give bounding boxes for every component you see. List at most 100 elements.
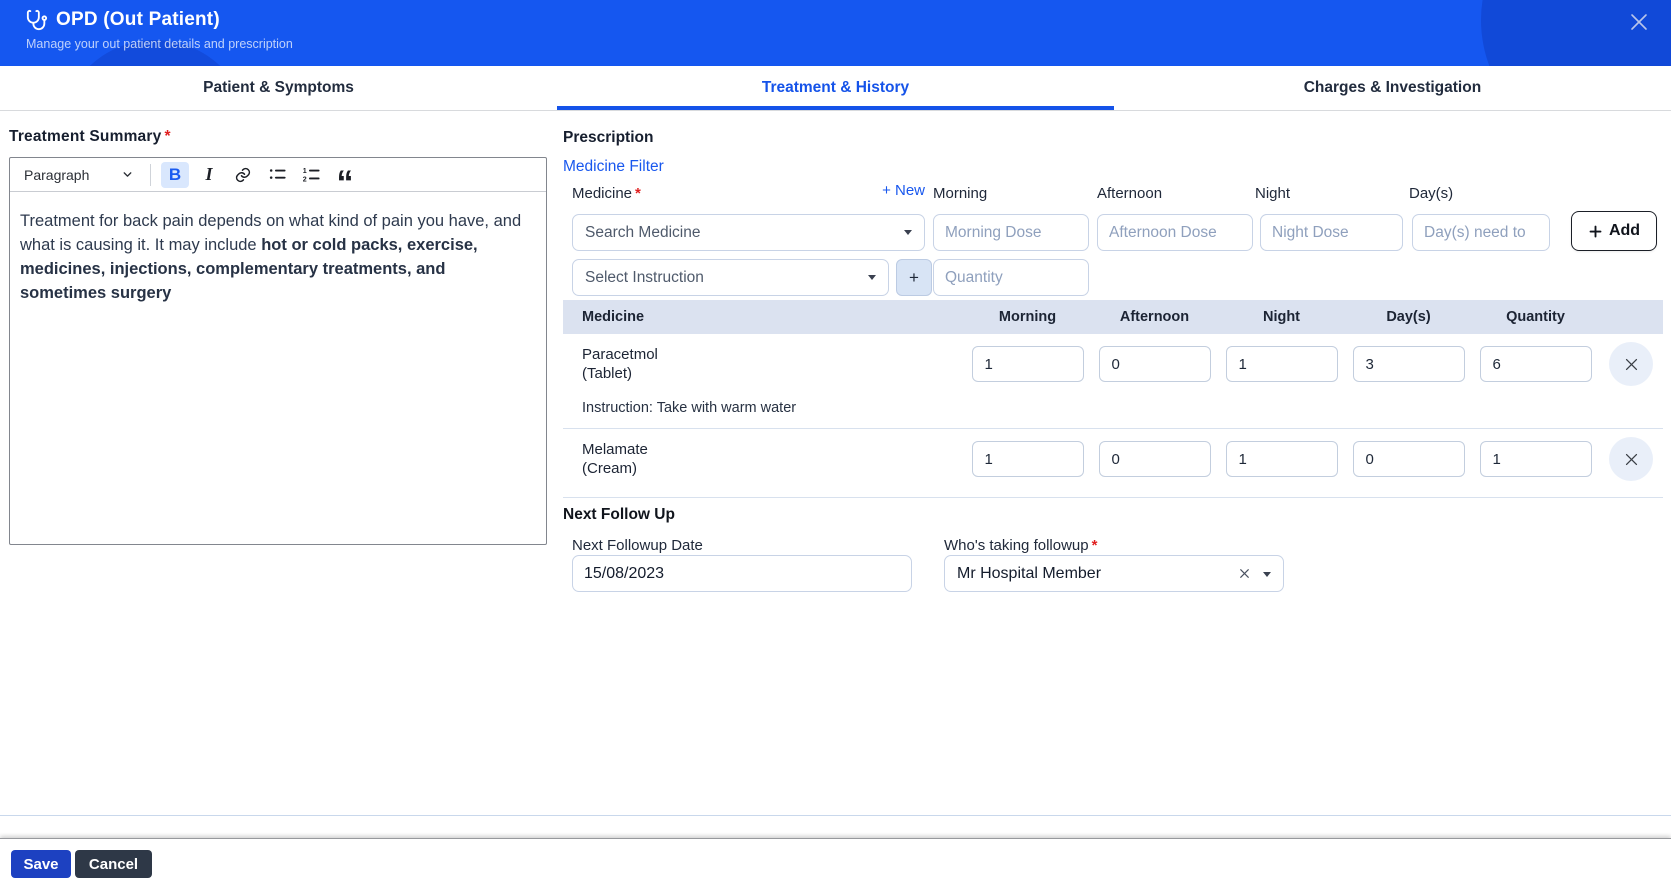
clear-selection-icon[interactable] <box>1238 567 1251 580</box>
row-afternoon-input[interactable] <box>1098 346 1211 382</box>
section-divider <box>563 497 1663 498</box>
row-quantity-input[interactable] <box>1479 441 1592 477</box>
medicine-filter-link[interactable]: Medicine Filter <box>563 158 664 176</box>
afternoon-label: Afternoon <box>1097 185 1163 202</box>
col-header-medicine: Medicine <box>582 309 645 325</box>
required-asterisk: * <box>1091 537 1098 554</box>
remove-row-button[interactable] <box>1609 342 1653 386</box>
days-label: Day(s) <box>1409 185 1454 202</box>
blockquote-button[interactable]: “ <box>331 162 359 200</box>
row-days-input[interactable] <box>1352 346 1465 382</box>
select-caret-icon <box>868 275 876 280</box>
page-subtitle: Manage your out patient details and pres… <box>26 37 293 51</box>
afternoon-dose-input[interactable] <box>1097 214 1253 251</box>
medicine-table: Medicine Morning Afternoon Night Day(s) … <box>563 300 1663 489</box>
link-button[interactable] <box>229 162 257 188</box>
remove-row-button[interactable] <box>1609 437 1653 481</box>
row-night-input[interactable] <box>1225 441 1338 477</box>
row-quantity-input[interactable] <box>1479 346 1592 382</box>
table-row-melamate: Melamate (Cream) <box>563 429 1663 489</box>
next-followup-date-label: Next Followup Date <box>572 537 703 554</box>
editor-toolbar: Paragraph B I 1 2 “ <box>10 158 546 200</box>
chevron-down-icon <box>123 172 132 177</box>
required-asterisk: * <box>635 185 641 202</box>
rich-text-editor: Paragraph B I 1 2 “ Treatment for back p… <box>9 157 547 545</box>
select-instruction-select[interactable]: Select Instruction <box>572 259 889 296</box>
row-instruction-text: Instruction: Take with warm water <box>563 394 1663 429</box>
col-header-quantity: Quantity <box>1506 309 1565 325</box>
medicine-name: Paracetmol (Tablet) <box>582 346 658 382</box>
tab-treatment-history[interactable]: Treatment & History <box>556 66 1114 110</box>
search-medicine-placeholder: Search Medicine <box>585 223 701 241</box>
search-medicine-select[interactable]: Search Medicine <box>572 214 925 251</box>
morning-dose-input[interactable] <box>933 214 1089 251</box>
col-header-days: Day(s) <box>1386 309 1431 325</box>
paragraph-style-dropdown[interactable]: Paragraph <box>18 165 140 185</box>
next-follow-up-heading: Next Follow Up <box>563 506 675 523</box>
italic-button[interactable]: I <box>195 162 223 188</box>
svg-text:2: 2 <box>302 176 306 184</box>
select-caret-icon <box>1263 572 1271 577</box>
row-morning-input[interactable] <box>971 346 1084 382</box>
numbered-list-icon: 1 2 <box>302 167 320 184</box>
morning-label: Morning <box>933 185 988 202</box>
close-icon <box>1625 453 1637 465</box>
tab-bar: Patient & Symptoms Treatment & History C… <box>0 66 1671 111</box>
tab-panel-treatment-history: Treatment Summary * Paragraph B I 1 2 “ … <box>0 111 1671 816</box>
save-button[interactable]: Save <box>11 850 71 878</box>
followup-member-select[interactable]: Mr Hospital Member <box>944 555 1284 592</box>
col-header-night: Night <box>1262 309 1301 325</box>
medicine-label: Medicine * <box>572 185 641 202</box>
row-night-input[interactable] <box>1225 346 1338 382</box>
row-afternoon-input[interactable] <box>1098 441 1211 477</box>
row-days-input[interactable] <box>1352 441 1465 477</box>
days-input[interactable] <box>1412 214 1550 251</box>
tab-charges-investigation[interactable]: Charges & Investigation <box>1114 66 1671 110</box>
paragraph-dropdown-label: Paragraph <box>24 166 90 183</box>
numbered-list-button[interactable]: 1 2 <box>297 162 325 188</box>
prescription-heading: Prescription <box>563 129 654 146</box>
add-medicine-button[interactable]: Add <box>1571 211 1657 251</box>
modal-header: OPD (Out Patient) Manage your out patien… <box>0 0 1671 66</box>
night-dose-input[interactable] <box>1260 214 1403 251</box>
active-tab-underline <box>556 106 1114 110</box>
select-caret-icon <box>904 230 912 235</box>
followup-member-value: Mr Hospital Member <box>957 564 1102 582</box>
bold-button[interactable]: B <box>161 161 189 188</box>
cancel-button[interactable]: Cancel <box>75 850 152 878</box>
quantity-input[interactable] <box>933 259 1089 296</box>
treatment-summary-text[interactable]: Treatment for back pain depends on what … <box>10 192 546 544</box>
required-asterisk: * <box>164 128 171 145</box>
tab-label: Charges & Investigation <box>1303 79 1482 96</box>
modal-footer: Save Cancel <box>0 838 1671 888</box>
bullet-list-icon <box>269 169 286 179</box>
row-morning-input[interactable] <box>971 441 1084 477</box>
close-icon[interactable] <box>1625 8 1653 36</box>
new-medicine-link[interactable]: + New <box>875 182 925 199</box>
toolbar-divider <box>150 163 151 186</box>
stethoscope-icon <box>26 9 48 31</box>
medicine-table-header: Medicine Morning Afternoon Night Day(s) … <box>563 300 1663 334</box>
add-button-label: Add <box>1608 222 1641 239</box>
table-row-paracetmol: Paracetmol (Tablet) <box>563 334 1663 394</box>
prescription-section: Prescription Medicine Filter Medicine * +… <box>563 111 1663 816</box>
col-header-morning: Morning <box>998 309 1057 325</box>
bullet-list-button[interactable] <box>263 162 291 188</box>
instruction-placeholder: Select Instruction <box>585 268 704 286</box>
tab-label: Treatment & History <box>761 79 910 96</box>
who-taking-followup-label: Who's taking followup * <box>944 537 1098 554</box>
svg-text:1: 1 <box>302 167 306 175</box>
plus-icon <box>1589 225 1602 237</box>
next-followup-date-input[interactable] <box>572 555 912 592</box>
medicine-name: Melamate (Cream) <box>582 441 648 477</box>
add-instruction-button[interactable]: + <box>896 259 932 296</box>
col-header-afternoon: Afternoon <box>1119 309 1190 325</box>
night-label: Night <box>1255 185 1291 202</box>
tab-patient-symptoms[interactable]: Patient & Symptoms <box>0 66 557 110</box>
close-icon <box>1625 358 1637 370</box>
link-icon <box>235 167 251 182</box>
tab-label: Patient & Symptoms <box>203 79 354 96</box>
treatment-summary-label: Treatment Summary * <box>9 128 171 145</box>
treatment-summary-section: Treatment Summary * Paragraph B I 1 2 “ … <box>9 128 547 545</box>
page-title: OPD (Out Patient) <box>56 9 220 30</box>
